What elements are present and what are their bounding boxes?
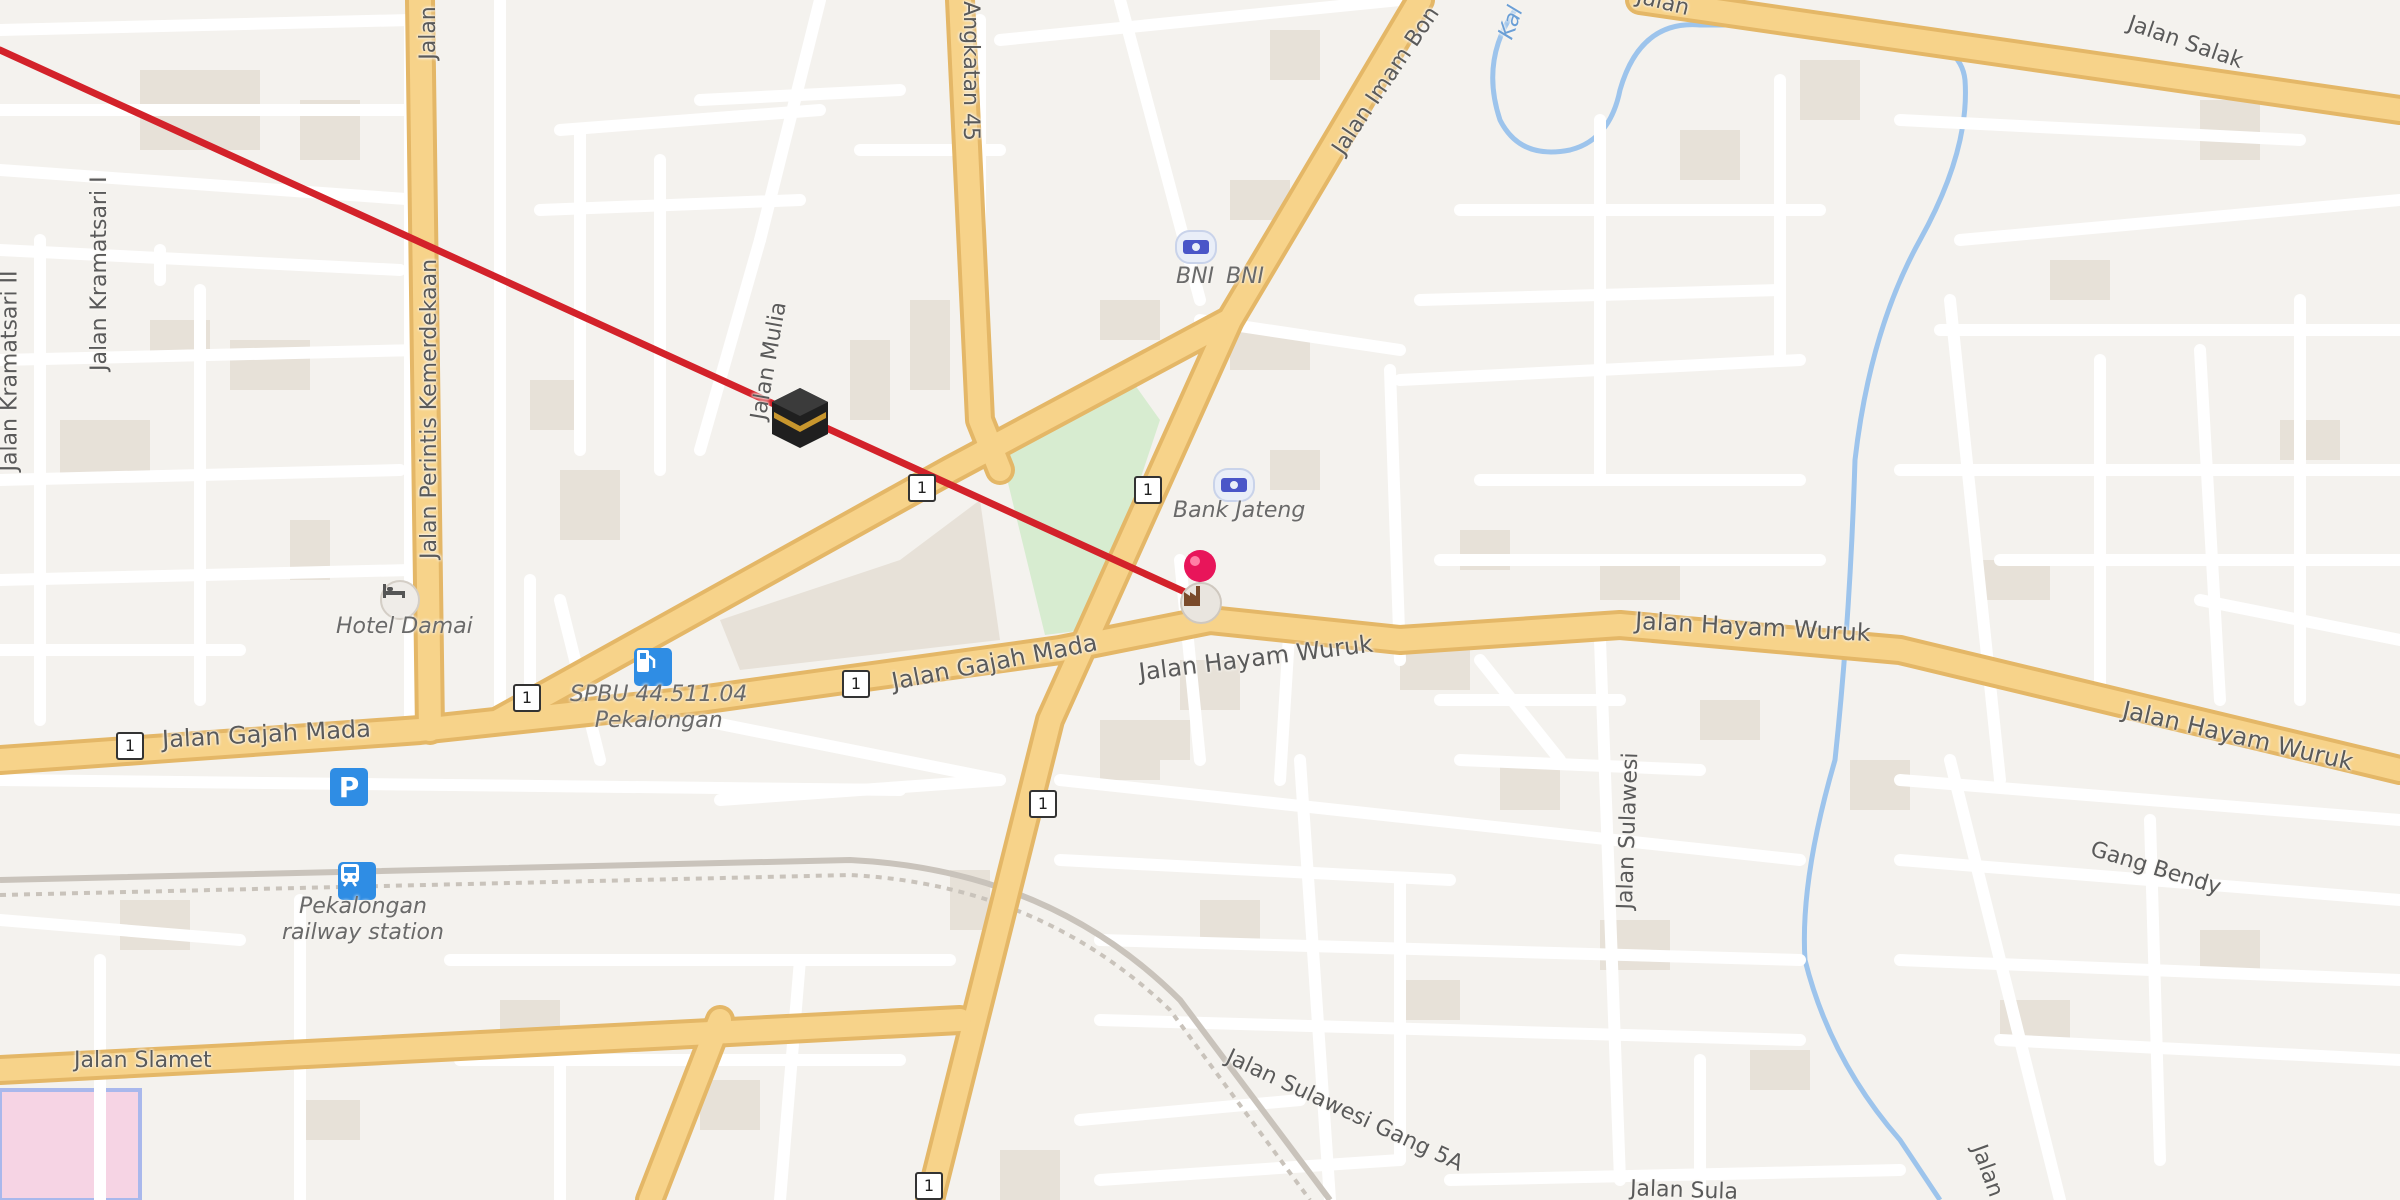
- kaaba-icon[interactable]: [772, 388, 828, 448]
- bank-icon[interactable]: [1175, 230, 1217, 264]
- road-label-kramatsari-i: Jalan Kramatsari I: [87, 176, 112, 371]
- poi-label-spbu: SPBU 44.511.04 Pekalongan: [570, 684, 747, 732]
- road-label-slamet: Jalan Slamet: [74, 1048, 212, 1073]
- route-shield: 1: [908, 474, 936, 502]
- fuel-station-icon[interactable]: [634, 648, 672, 686]
- route-shield: 1: [1134, 476, 1162, 504]
- road-label-kramatsari-ii: Jalan Kramatsari II: [0, 270, 23, 472]
- road-label-perintis: Jalan Perintis Kemerdekaan: [417, 258, 443, 560]
- poi-label-bank-jateng: Bank Jateng: [1173, 498, 1306, 523]
- road-label-sulawesi: Jalan Sulawesi: [1612, 752, 1644, 910]
- poi-label-station-line1: Pekalongan: [299, 894, 427, 919]
- poi-label-spbu-line2: Pekalongan: [594, 708, 723, 733]
- poi-label-railway-station: Pekalongan railway station: [282, 896, 444, 944]
- train-glyph: [341, 864, 359, 887]
- route-shield: 1: [915, 1172, 943, 1200]
- poi-label-spbu-line1: SPBU 44.511.04: [570, 682, 748, 707]
- map-canvas[interactable]: P 1 1 1 1 1 1 1 Jalan Gajah Mada Jalan G…: [0, 0, 2400, 1200]
- poi-label-station-line2: railway station: [282, 920, 444, 945]
- route-shield: 1: [513, 684, 541, 712]
- factory-icon[interactable]: [1180, 582, 1222, 624]
- route-shield: 1: [116, 732, 144, 760]
- poi-label-hotel: Hotel Damai: [336, 614, 473, 639]
- factory-glyph: [1184, 586, 1200, 606]
- fuel-glyph: [637, 650, 656, 672]
- road-label-jalan-top: Jalan: [415, 6, 441, 60]
- parking-symbol: P: [338, 770, 360, 804]
- poi-label-bni-2: BNI: [1226, 264, 1265, 289]
- route-shield: 1: [1029, 790, 1057, 818]
- poi-label-bni: BNI: [1176, 264, 1215, 289]
- bed-glyph: [383, 584, 405, 598]
- bank-icon[interactable]: [1213, 468, 1255, 502]
- route-shield: 1: [842, 670, 870, 698]
- road-label-sulawesi-bottom: Jalan Sula: [1629, 1176, 1739, 1200]
- road-label-angkatan: Angkatan 45: [957, 1, 983, 141]
- river: [1490, 8, 1968, 1200]
- parking-icon[interactable]: P: [330, 768, 368, 806]
- pink-zone: [0, 1088, 142, 1200]
